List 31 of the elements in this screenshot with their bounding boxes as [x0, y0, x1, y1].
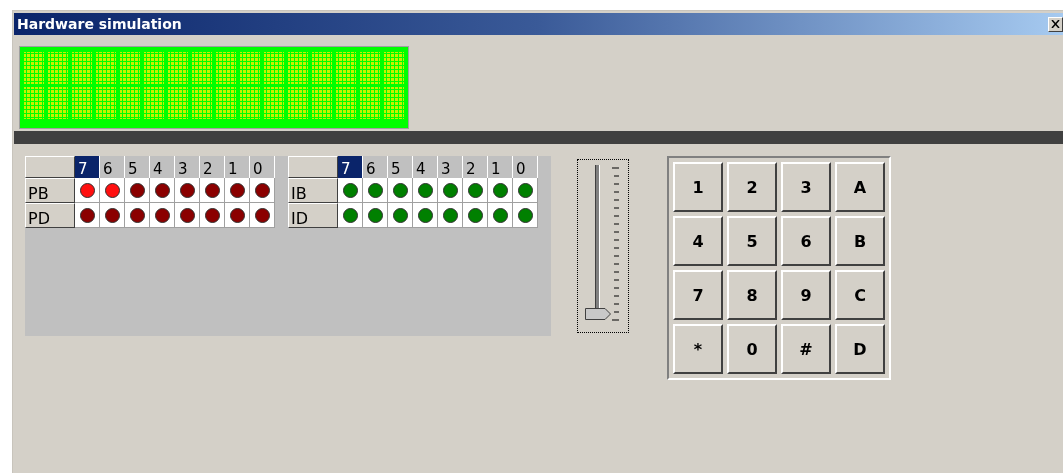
close-icon: [1051, 20, 1060, 28]
keypad-key[interactable]: A: [835, 162, 885, 212]
row-header[interactable]: PB: [25, 178, 75, 203]
vertical-slider[interactable]: [577, 159, 629, 333]
slider-thumb[interactable]: [585, 308, 611, 320]
keypad-key[interactable]: 2: [727, 162, 777, 212]
keypad-key[interactable]: D: [835, 324, 885, 374]
keypad-key[interactable]: 9: [781, 270, 831, 320]
keypad-key[interactable]: 0: [727, 324, 777, 374]
keypad-key[interactable]: 8: [727, 270, 777, 320]
keypad-key[interactable]: 3: [781, 162, 831, 212]
keypad-key[interactable]: 4: [673, 216, 723, 266]
row-header[interactable]: IB: [288, 178, 338, 203]
window-title: Hardware simulation: [17, 16, 182, 32]
column-header[interactable]: 7: [338, 156, 363, 178]
keypad-key[interactable]: 6: [781, 216, 831, 266]
keypad-key[interactable]: *: [673, 324, 723, 374]
row-header[interactable]: ID: [288, 203, 338, 228]
keypad-key[interactable]: C: [835, 270, 885, 320]
keypad-key[interactable]: 1: [673, 162, 723, 212]
close-button[interactable]: [1048, 16, 1063, 32]
column-header[interactable]: 4: [413, 156, 438, 178]
row-header[interactable]: PD: [25, 203, 75, 228]
keypad-key[interactable]: B: [835, 216, 885, 266]
keypad-key[interactable]: 7: [673, 270, 723, 320]
column-header[interactable]: 7: [75, 156, 100, 178]
keypad-key[interactable]: #: [781, 324, 831, 374]
header-corner: [288, 156, 338, 178]
keypad-key[interactable]: 5: [727, 216, 777, 266]
header-corner: [25, 156, 75, 178]
column-header[interactable]: 4: [150, 156, 175, 178]
